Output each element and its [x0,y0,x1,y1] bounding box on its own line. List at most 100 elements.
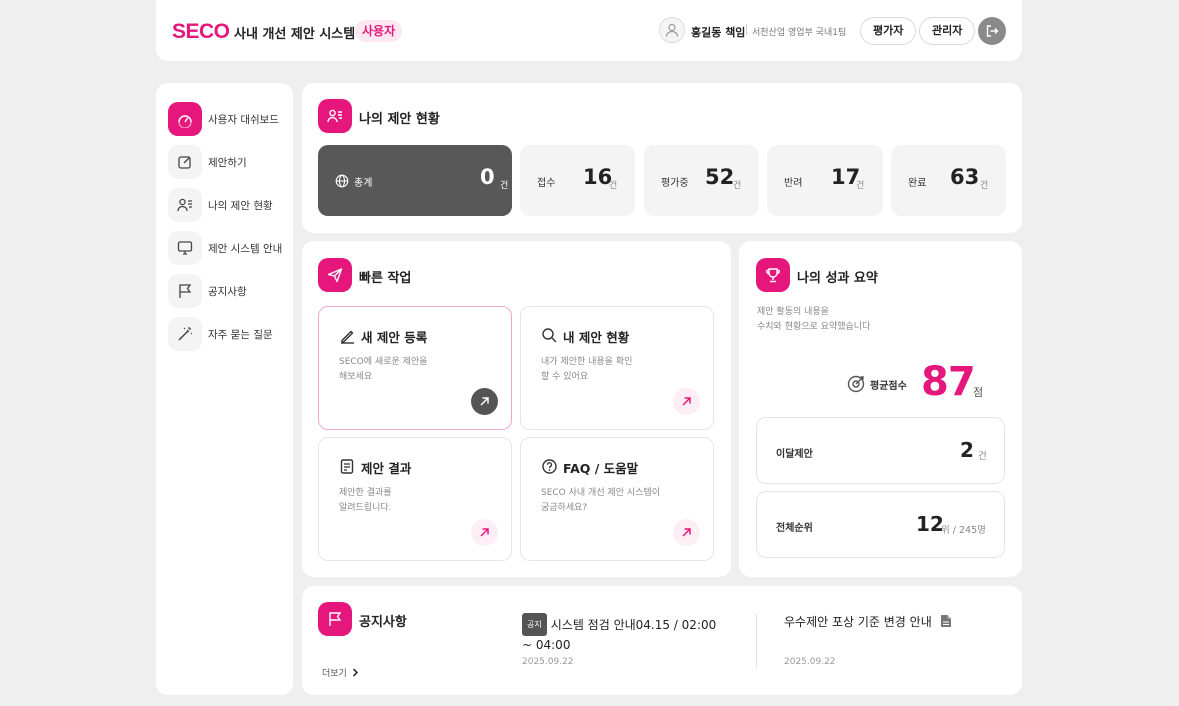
notice-item-date: 2025.09.22 [522,657,574,667]
arrow-button[interactable] [471,388,498,415]
card-title: 새 제안 등록 [361,330,428,345]
search-icon [542,328,557,343]
sidebar-item-my-proposals[interactable]: 나의 제안 현황 [168,188,288,222]
section-title: 나의 성과 요약 [797,271,878,286]
proposal-results-card[interactable]: 제안 결과 제안한 결과를 알려드립니다. [318,437,512,561]
top-header: SECO 사내 개선 제안 시스템 사용자 홍길동 책임 서천산업 영업부 국내… [156,0,1022,61]
arrow-button[interactable] [673,388,700,415]
trophy-icon [756,258,790,292]
stat-evaluating[interactable]: 평가중 52 건 [644,145,759,216]
user-list-icon [168,188,202,222]
stat-unit: 건 [733,181,742,191]
monitor-icon [168,231,202,265]
my-proposals-card[interactable]: 내 제안 현황 내가 제안한 내용을 확인 할 수 있어요 [520,306,714,430]
more-link[interactable]: 더보기 [322,666,359,679]
sidebar: 사용자 대쉬보드 제안하기 나의 제안 현황 제안 시스템 안내 공지사항 자주… [156,83,293,695]
monthly-proposals-label: 이달제안 [776,449,813,460]
notice-tag: 공지 [522,613,547,636]
logout-button[interactable] [978,17,1006,45]
stat-label: 완료 [908,178,927,189]
overall-rank-box: 전체순위 12 위 / 245명 [756,491,1005,558]
notice-panel: 공지사항 더보기 공지 시스템 점검 안내04.15 / 02:00 ~ 04:0… [302,586,1022,695]
user-icon [665,23,679,37]
sidebar-item-notice[interactable]: 공지사항 [168,274,288,308]
sidebar-item-dashboard[interactable]: 사용자 대쉬보드 [168,102,288,136]
stat-value: 52 [705,165,735,189]
section-title: 빠른 작업 [359,271,412,286]
seco-logo[interactable]: SECO [172,20,230,44]
overall-rank-value: 12 [916,512,944,536]
sidebar-item-guide[interactable]: 제안 시스템 안내 [168,231,288,265]
stat-unit: 건 [500,181,509,191]
role-badge: 사용자 [355,20,403,42]
card-title: 내 제안 현황 [563,330,630,345]
stat-rejected[interactable]: 반려 17 건 [767,145,883,216]
send-icon [318,258,352,292]
sidebar-item-propose[interactable]: 제안하기 [168,145,288,179]
stat-unit: 건 [609,181,618,191]
overall-rank-label: 전체순위 [776,523,813,534]
average-score-unit: 점 [973,386,984,399]
pen-icon [341,330,354,344]
flag-icon [318,602,352,636]
card-title: FAQ / 도움말 [563,461,639,476]
new-proposal-card[interactable]: 새 제안 등록 SECO에 새로운 제안을 해보세요 [318,306,512,430]
file-icon [940,615,951,627]
logout-icon [986,25,999,37]
globe-icon [335,174,349,188]
stat-label: 반려 [784,178,803,189]
notice-item-date: 2025.09.22 [784,657,836,667]
average-score-label: 평균점수 [870,381,907,392]
user-list-icon [318,99,352,133]
app-title: 사내 개선 제안 시스템 [234,27,356,42]
stat-completed[interactable]: 완료 63 건 [891,145,1006,216]
sidebar-item-label: 공지사항 [208,285,247,298]
stat-label: 접수 [537,178,556,189]
card-description: 제안한 결과를 알려드립니다. [339,488,392,513]
stat-value: 0 [480,165,495,189]
stat-received[interactable]: 접수 16 건 [520,145,635,216]
sidebar-item-faq[interactable]: 자주 묻는 질문 [168,317,288,351]
stat-unit: 건 [856,181,865,191]
admin-button[interactable]: 관리자 [919,17,976,45]
stat-label: 총계 [354,178,373,189]
section-description: 제안 활동의 내용을 수치와 현황으로 요약했습니다 [757,307,871,332]
flag-icon [168,274,202,308]
monthly-proposals-box: 이달제안 2 건 [756,417,1005,484]
section-title: 공지사항 [359,615,407,630]
overall-rank-unit: 위 / 245명 [941,525,986,536]
more-label: 더보기 [322,669,347,679]
sidebar-item-label: 제안 시스템 안내 [208,242,283,255]
notice-item-title[interactable]: 공지 시스템 점검 안내04.15 / 02:00 ~ 04:00 [522,613,722,655]
question-icon [542,459,557,474]
divider [756,614,757,668]
dashboard-icon [168,102,202,136]
notice-item-text: 우수제안 포상 기준 변경 안내 [784,615,932,629]
evaluator-button[interactable]: 평가자 [860,17,917,45]
performance-summary-panel: 나의 성과 요약 제안 활동의 내용을 수치와 현황으로 요약했습니다 평균점수… [739,241,1022,577]
avatar[interactable] [659,17,685,43]
card-title: 제안 결과 [361,461,412,476]
arrow-up-right-icon [682,397,691,406]
sidebar-item-label: 사용자 대쉬보드 [208,113,279,126]
sidebar-item-label: 나의 제안 현황 [208,199,273,212]
chevron-right-icon [352,668,358,677]
quick-actions-panel: 빠른 작업 새 제안 등록 SECO에 새로운 제안을 해보세요 내 제안 현황… [302,241,731,577]
user-department: 서천산업 영업부 국내1팀 [752,28,847,38]
card-description: 내가 제안한 내용을 확인 할 수 있어요 [541,357,633,382]
stat-label: 평가중 [661,178,689,189]
arrow-button[interactable] [673,519,700,546]
stat-total[interactable]: 총계 0 건 [318,145,512,216]
arrow-button[interactable] [471,519,498,546]
magic-wand-icon [168,317,202,351]
faq-help-card[interactable]: FAQ / 도움말 SECO 사내 개선 제안 시스템이 궁금하세요? [520,437,714,561]
arrow-up-right-icon [480,397,489,406]
divider [746,24,747,35]
edit-icon [168,145,202,179]
user-name: 홍길동 책임 [691,26,746,39]
sidebar-item-label: 제안하기 [208,156,247,169]
sidebar-item-label: 자주 묻는 질문 [208,328,273,341]
section-title: 나의 제안 현황 [359,112,440,127]
notice-item-title[interactable]: 우수제안 포상 기준 변경 안내 [784,613,952,632]
notice-item-text: 시스템 점검 안내04.15 / 02:00 ~ 04:00 [522,618,717,652]
